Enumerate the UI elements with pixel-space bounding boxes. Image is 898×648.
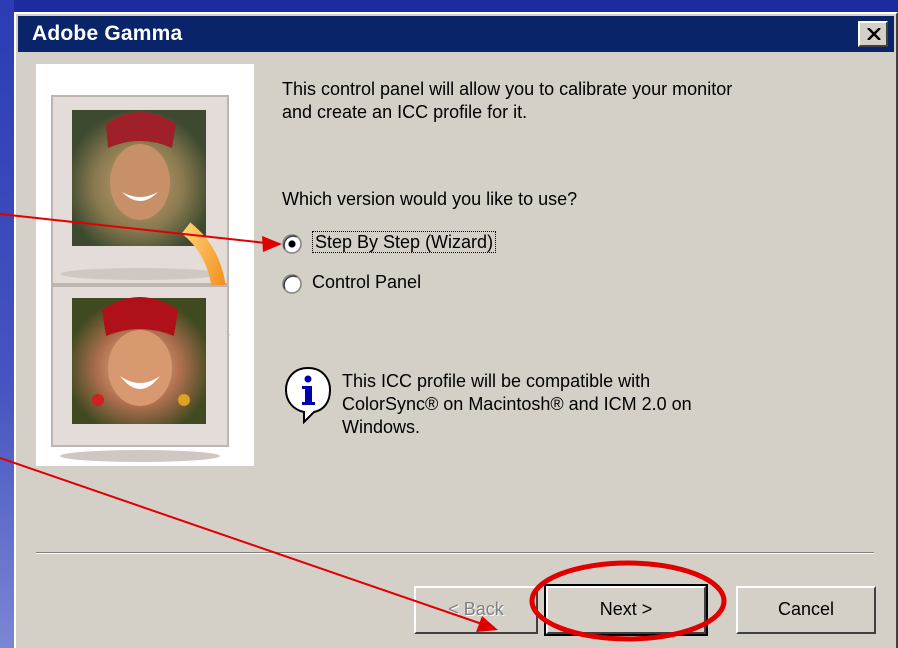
close-button[interactable] bbox=[858, 21, 888, 47]
version-question: Which version would you like to use? bbox=[282, 189, 578, 209]
radio-step-by-step[interactable]: Step By Step (Wizard) bbox=[282, 231, 582, 258]
back-button[interactable]: < Back bbox=[414, 586, 538, 634]
intro-text: This control panel will allow you to cal… bbox=[282, 79, 733, 122]
slide-background-bar bbox=[0, 0, 14, 648]
radio-selected-icon[interactable] bbox=[282, 234, 302, 254]
separator bbox=[36, 552, 874, 554]
step-by-step-text: Step By Step (Wizard) bbox=[312, 231, 497, 253]
window-title: Adobe Gamma bbox=[32, 22, 183, 45]
radio-step-by-step-label: Step By Step (Wizard) bbox=[312, 231, 497, 253]
adobe-gamma-dialog: Adobe Gamma This control panel will allo… bbox=[14, 12, 898, 648]
monitor-illustration bbox=[36, 64, 254, 466]
info-text: This ICC profile will be compatible with… bbox=[342, 371, 692, 437]
radio-unselected-icon[interactable] bbox=[282, 274, 302, 294]
title-bar[interactable]: Adobe Gamma bbox=[18, 16, 894, 52]
close-icon bbox=[867, 28, 881, 40]
info-icon bbox=[284, 366, 332, 424]
radio-control-panel[interactable]: Control Panel bbox=[282, 272, 582, 298]
next-button[interactable]: Next > bbox=[544, 584, 708, 636]
radio-control-panel-label: Control Panel bbox=[312, 272, 422, 292]
cancel-button[interactable]: Cancel bbox=[736, 586, 876, 634]
